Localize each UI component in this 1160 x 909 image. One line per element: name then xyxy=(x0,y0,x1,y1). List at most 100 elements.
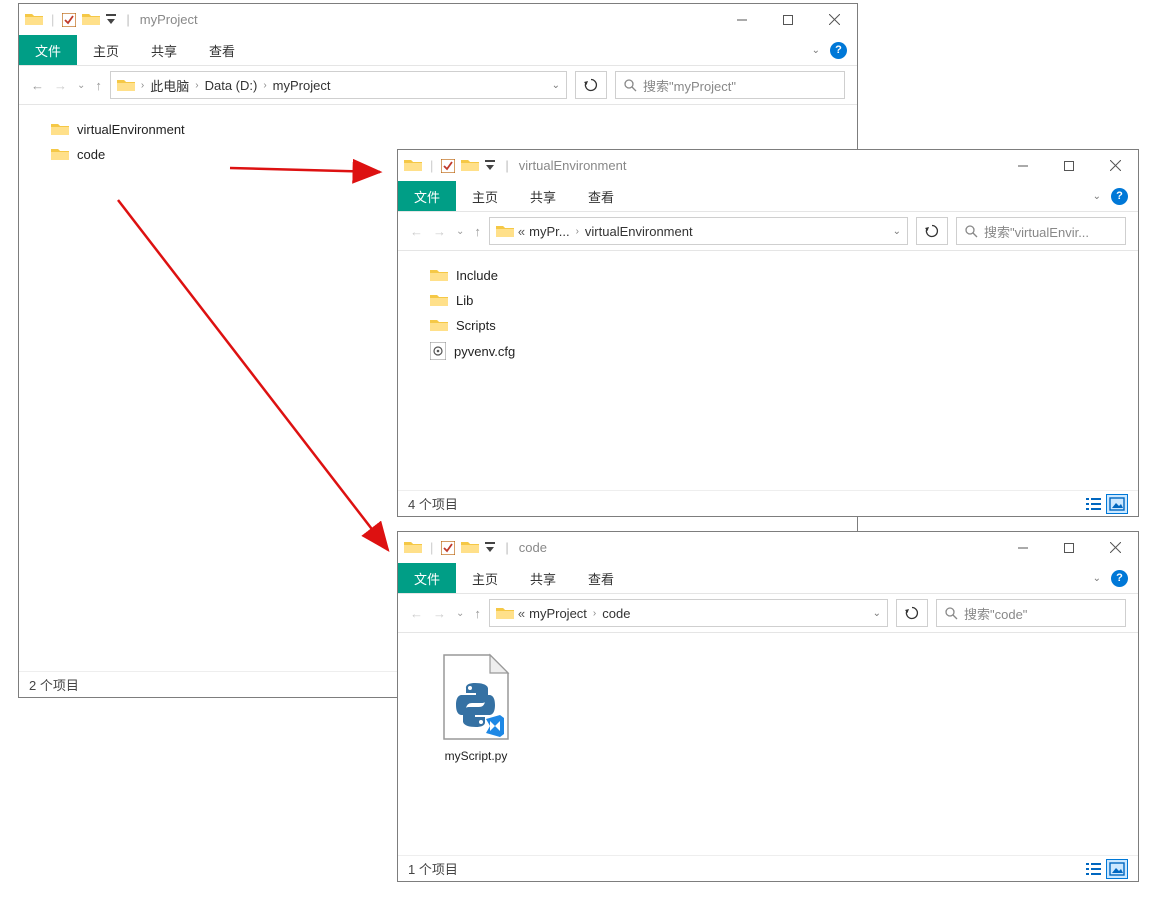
address-bar[interactable]: › 此电脑 › Data (D:) › myProject ⌄ xyxy=(110,71,567,99)
ribbon-expand-icon[interactable]: ⌄ xyxy=(812,45,820,56)
list-item[interactable]: Scripts xyxy=(428,313,1108,338)
nav-forward-button[interactable]: → xyxy=(433,224,446,239)
titlebar[interactable]: | | code xyxy=(398,532,1138,563)
list-item[interactable]: virtualEnvironment xyxy=(49,117,827,142)
view-icons-button[interactable] xyxy=(1106,859,1128,879)
ribbon: 文件 主页 共享 查看 ⌄ ? xyxy=(19,35,857,66)
view-icons-button[interactable] xyxy=(1106,494,1128,514)
ribbon-tab-view[interactable]: 查看 xyxy=(572,563,630,593)
maximize-button[interactable] xyxy=(1046,533,1092,563)
ribbon-tab-home[interactable]: 主页 xyxy=(456,563,514,593)
ribbon-expand-icon[interactable]: ⌄ xyxy=(1093,191,1101,202)
breadcrumb-item[interactable]: myProject xyxy=(529,606,587,621)
search-icon xyxy=(945,607,958,620)
refresh-button[interactable] xyxy=(916,217,948,245)
nav-up-button[interactable]: ↑ xyxy=(95,78,102,93)
minimize-button[interactable] xyxy=(1000,151,1046,181)
breadcrumb-item[interactable]: virtualEnvironment xyxy=(585,224,693,239)
breadcrumb-item[interactable]: myPr... xyxy=(529,224,569,239)
nav-history-dropdown[interactable]: ⌄ xyxy=(77,80,85,91)
qat-dropdown-icon[interactable] xyxy=(485,160,495,171)
address-dropdown-icon[interactable]: ⌄ xyxy=(552,80,560,91)
help-button[interactable]: ? xyxy=(830,42,847,59)
address-dropdown-icon[interactable]: ⌄ xyxy=(893,226,901,237)
folder-icon xyxy=(430,292,448,309)
search-input[interactable]: 搜索"virtualEnvir... xyxy=(956,217,1126,245)
address-bar[interactable]: « myPr... › virtualEnvironment ⌄ xyxy=(489,217,908,245)
file-list[interactable]: myScript.py xyxy=(398,633,1138,855)
help-button[interactable]: ? xyxy=(1111,188,1128,205)
nav-toolbar: ← → ⌄ ↑ › 此电脑 › Data (D:) › myProject ⌄ … xyxy=(19,66,857,105)
breadcrumb-sep: › xyxy=(195,80,198,91)
search-placeholder: 搜索"code" xyxy=(964,604,1027,623)
checkbox-icon[interactable] xyxy=(441,541,455,555)
nav-back-button[interactable]: ← xyxy=(410,606,423,621)
breadcrumb-item[interactable]: 此电脑 xyxy=(150,76,189,95)
ribbon-tab-home[interactable]: 主页 xyxy=(456,181,514,211)
nav-up-button[interactable]: ↑ xyxy=(474,224,481,239)
nav-back-button[interactable]: ← xyxy=(410,224,423,239)
maximize-button[interactable] xyxy=(765,5,811,35)
nav-forward-button[interactable]: → xyxy=(54,78,67,93)
nav-up-button[interactable]: ↑ xyxy=(474,606,481,621)
view-details-button[interactable] xyxy=(1082,494,1104,514)
list-item[interactable]: Include xyxy=(428,263,1108,288)
view-details-button[interactable] xyxy=(1082,859,1104,879)
address-dropdown-icon[interactable]: ⌄ xyxy=(873,608,881,619)
qat-dropdown-icon[interactable] xyxy=(485,542,495,553)
status-text: 1 个项目 xyxy=(408,859,458,878)
close-button[interactable] xyxy=(1092,151,1138,181)
ribbon-tab-file[interactable]: 文件 xyxy=(398,181,456,211)
ribbon-tab-home[interactable]: 主页 xyxy=(77,35,135,65)
nav-toolbar: ← → ⌄ ↑ « myProject › code ⌄ 搜索"code" xyxy=(398,594,1138,633)
ribbon-tab-file[interactable]: 文件 xyxy=(19,35,77,65)
nav-forward-button[interactable]: → xyxy=(433,606,446,621)
item-name: Scripts xyxy=(456,318,496,333)
breadcrumb-item[interactable]: myProject xyxy=(273,78,331,93)
item-name: Lib xyxy=(456,293,473,308)
nav-history-dropdown[interactable]: ⌄ xyxy=(456,226,464,237)
ribbon-expand-icon[interactable]: ⌄ xyxy=(1093,573,1101,584)
refresh-button[interactable] xyxy=(575,71,607,99)
ribbon-tab-share[interactable]: 共享 xyxy=(514,563,572,593)
list-item[interactable]: pyvenv.cfg xyxy=(428,338,1108,364)
search-icon xyxy=(965,225,978,238)
qat-separator: | xyxy=(51,12,54,27)
ribbon-tab-view[interactable]: 查看 xyxy=(572,181,630,211)
file-list[interactable]: Include Lib Scripts pyvenv.cfg xyxy=(398,251,1138,490)
qat-dropdown-icon[interactable] xyxy=(106,14,116,25)
list-item[interactable]: myScript.py xyxy=(428,653,524,763)
minimize-button[interactable] xyxy=(1000,533,1046,563)
help-button[interactable]: ? xyxy=(1111,570,1128,587)
search-input[interactable]: 搜索"myProject" xyxy=(615,71,845,99)
nav-history-dropdown[interactable]: ⌄ xyxy=(456,608,464,619)
ribbon-tab-file[interactable]: 文件 xyxy=(398,563,456,593)
window-title: code xyxy=(519,540,547,555)
statusbar: 4 个项目 xyxy=(398,490,1138,516)
ribbon-tab-share[interactable]: 共享 xyxy=(514,181,572,211)
ribbon-tab-view[interactable]: 查看 xyxy=(193,35,251,65)
titlebar[interactable]: | | virtualEnvironment xyxy=(398,150,1138,181)
ribbon-tab-share[interactable]: 共享 xyxy=(135,35,193,65)
checkbox-icon[interactable] xyxy=(62,13,76,27)
checkbox-icon[interactable] xyxy=(441,159,455,173)
breadcrumb-sep: › xyxy=(593,608,596,619)
cfg-file-icon xyxy=(430,342,446,360)
maximize-button[interactable] xyxy=(1046,151,1092,181)
nav-back-button[interactable]: ← xyxy=(31,78,44,93)
breadcrumb-item[interactable]: code xyxy=(602,606,630,621)
folder-icon xyxy=(461,539,479,556)
search-input[interactable]: 搜索"code" xyxy=(936,599,1126,627)
breadcrumb-prefix[interactable]: « xyxy=(518,606,525,621)
close-button[interactable] xyxy=(811,5,857,35)
explorer-window-code: | | code 文件 主页 共享 查看 ⌄ ? ← → ⌄ ↑ xyxy=(397,531,1139,882)
refresh-button[interactable] xyxy=(896,599,928,627)
breadcrumb-item[interactable]: Data (D:) xyxy=(205,78,258,93)
breadcrumb-prefix[interactable]: « xyxy=(518,224,525,239)
list-item[interactable]: Lib xyxy=(428,288,1108,313)
minimize-button[interactable] xyxy=(719,5,765,35)
folder-icon xyxy=(25,11,43,28)
close-button[interactable] xyxy=(1092,533,1138,563)
address-bar[interactable]: « myProject › code ⌄ xyxy=(489,599,888,627)
titlebar[interactable]: | | myProject xyxy=(19,4,857,35)
